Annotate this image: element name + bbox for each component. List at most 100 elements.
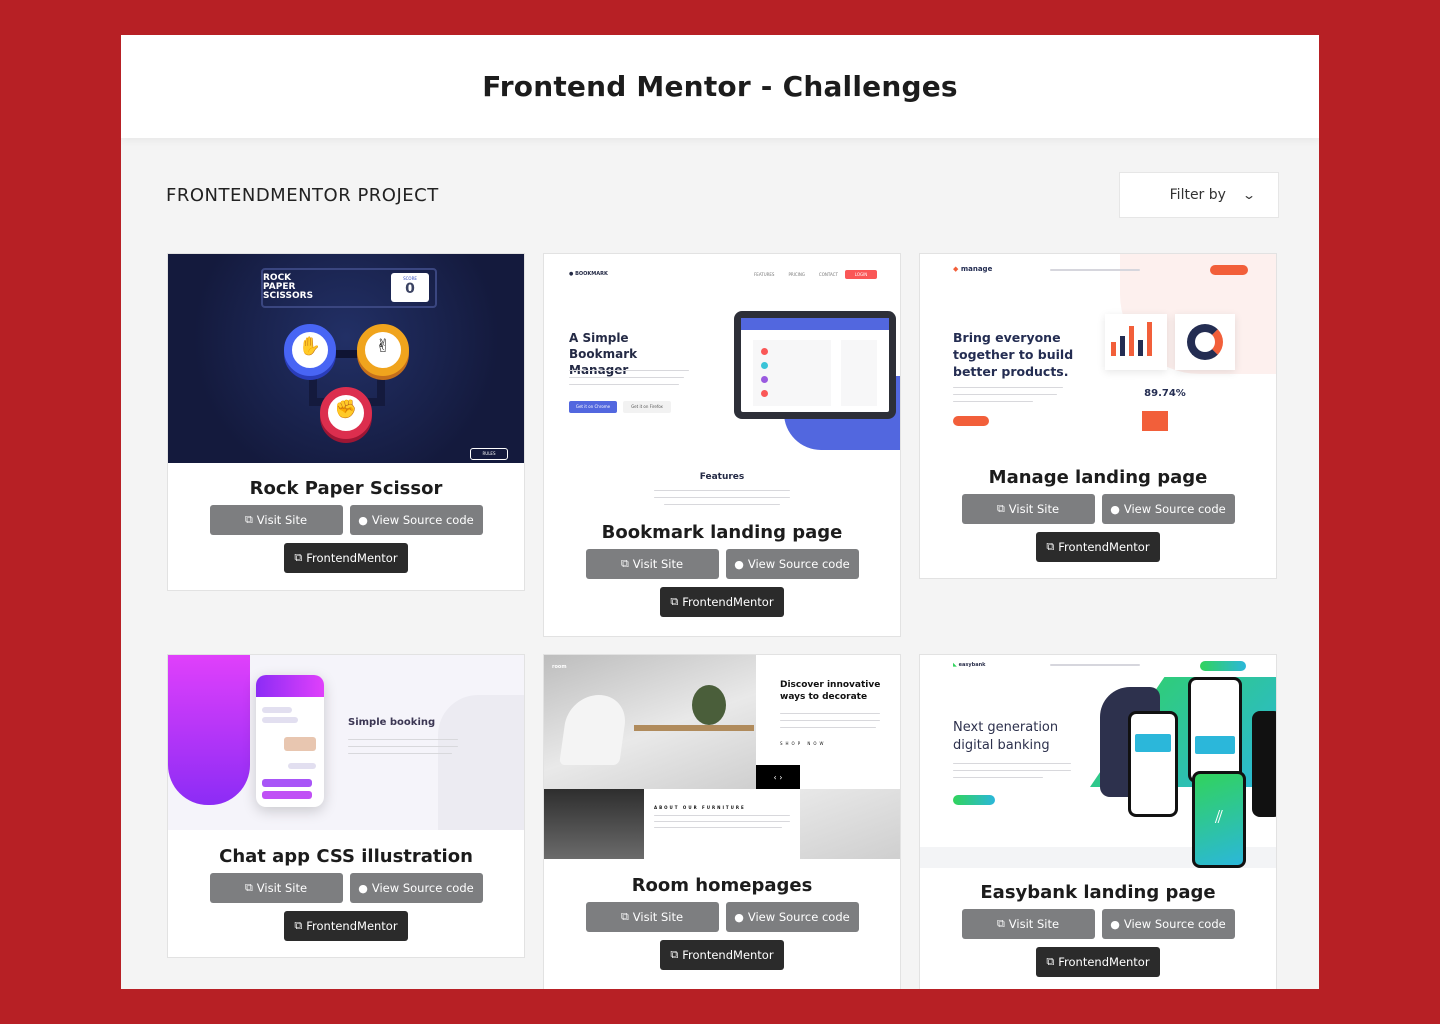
view-source-button[interactable]: ● View Source code bbox=[1101, 909, 1235, 939]
thumb-stat: 89.74% bbox=[1135, 379, 1195, 409]
visit-site-button[interactable]: ⧉ Visit Site bbox=[209, 505, 343, 535]
card-title: Room homepages bbox=[631, 875, 813, 896]
page-container: Frontend Mentor - Challenges FRONTENDMEN… bbox=[121, 35, 1319, 989]
thumb-brand: manage bbox=[960, 265, 993, 273]
thumb-heading: Bring everyone together to build better … bbox=[953, 330, 1074, 379]
frontendmentor-button[interactable]: ⧉ FrontendMentor bbox=[660, 587, 784, 617]
button-label: View Source code bbox=[1123, 917, 1226, 931]
thumb-brand: easybank bbox=[958, 662, 986, 668]
view-source-button[interactable]: ● View Source code bbox=[725, 549, 859, 579]
button-label: FrontendMentor bbox=[306, 551, 398, 565]
button-label: FrontendMentor bbox=[306, 919, 398, 933]
thumb-logo-line: SCISSORS bbox=[263, 291, 314, 301]
project-card-manage: ◆ manage Bring everyone together to buil… bbox=[919, 253, 1277, 579]
external-link-icon: ⧉ bbox=[620, 910, 629, 923]
thumb-nav-item: PRICING bbox=[788, 272, 805, 277]
thumb-score: 0 bbox=[405, 281, 415, 297]
card-title: Manage landing page bbox=[988, 467, 1208, 488]
button-label: View Source code bbox=[747, 910, 850, 924]
github-icon: ● bbox=[734, 910, 744, 924]
button-label: View Source code bbox=[371, 881, 474, 895]
frontendmentor-button[interactable]: ⧉ FrontendMentor bbox=[1036, 947, 1160, 977]
project-thumbnail: ◣ easybank Next generation digital banki… bbox=[920, 655, 1276, 868]
frontendmentor-button[interactable]: ⧉ FrontendMentor bbox=[284, 911, 408, 941]
project-card-rock-paper-scissor: ROCK PAPER SCISSORS SCORE 0 ✋ ✌ ✊ RULES … bbox=[167, 253, 525, 591]
filter-dropdown[interactable]: Filter by ⌄ bbox=[1119, 172, 1279, 218]
external-link-icon: ⧉ bbox=[670, 595, 679, 608]
github-icon: ● bbox=[1110, 917, 1120, 931]
card-title: Rock Paper Scissor bbox=[249, 478, 443, 499]
visit-site-button[interactable]: ⧉ Visit Site bbox=[961, 494, 1095, 524]
section-title: FRONTENDMENTOR PROJECT bbox=[166, 184, 439, 206]
thumb-heading: Next generation digital banking bbox=[953, 720, 1059, 753]
external-link-icon: ⧉ bbox=[1046, 540, 1055, 553]
view-source-button[interactable]: ● View Source code bbox=[349, 873, 483, 903]
external-link-icon: ⧉ bbox=[996, 502, 1005, 515]
visit-site-button[interactable]: ⧉ Visit Site bbox=[961, 909, 1095, 939]
thumb-chrome-button: Get it on Chrome bbox=[569, 401, 617, 413]
thumb-heading: Simple booking bbox=[348, 717, 436, 728]
github-icon: ● bbox=[358, 881, 368, 895]
external-link-icon: ⧉ bbox=[244, 881, 253, 894]
chevron-down-icon: ⌄ bbox=[1241, 188, 1257, 202]
view-source-button[interactable]: ● View Source code bbox=[349, 505, 483, 535]
toolbar: FRONTENDMENTOR PROJECT Filter by ⌄ bbox=[166, 172, 1279, 218]
thumb-features-title: Features bbox=[699, 472, 745, 482]
page-header: Frontend Mentor - Challenges bbox=[121, 35, 1319, 138]
github-icon: ● bbox=[734, 557, 744, 571]
card-button-row: ⧉ Visit Site ● View Source code bbox=[585, 549, 859, 579]
button-label: Visit Site bbox=[256, 881, 308, 895]
project-card-bookmark: ● BOOKMARK FEATURES PRICING CONTACT LOGI… bbox=[543, 253, 901, 637]
button-label: Visit Site bbox=[632, 910, 684, 924]
card-button-row: ⧉ Visit Site ● View Source code bbox=[209, 505, 483, 535]
visit-site-button[interactable]: ⧉ Visit Site bbox=[585, 902, 719, 932]
thumb-firefox-button: Get it on Firefox bbox=[623, 401, 671, 413]
filter-label: Filter by bbox=[1169, 187, 1226, 203]
view-source-button[interactable]: ● View Source code bbox=[725, 902, 859, 932]
page-title: Frontend Mentor - Challenges bbox=[482, 70, 958, 103]
button-label: FrontendMentor bbox=[682, 948, 774, 962]
thumb-rules-button: RULES bbox=[470, 448, 508, 460]
project-thumbnail: Simple booking bbox=[168, 655, 524, 830]
thumb-shop-link: SHOP NOW bbox=[780, 741, 827, 746]
external-link-icon: ⧉ bbox=[294, 551, 303, 564]
thumb-brand: BOOKMARK bbox=[575, 271, 608, 277]
card-button-row: ⧉ Visit Site ● View Source code bbox=[961, 494, 1235, 524]
external-link-icon: ⧉ bbox=[294, 919, 303, 932]
button-label: FrontendMentor bbox=[1058, 955, 1150, 969]
external-link-icon: ⧉ bbox=[996, 917, 1005, 930]
frontendmentor-button[interactable]: ⧉ FrontendMentor bbox=[284, 543, 408, 573]
button-label: FrontendMentor bbox=[682, 595, 774, 609]
thumb-nav-item: CONTACT bbox=[818, 272, 838, 277]
card-button-row: ⧉ Visit Site ● View Source code bbox=[209, 873, 483, 903]
github-icon: ● bbox=[1110, 502, 1120, 516]
thumb-login: LOGIN bbox=[845, 270, 877, 279]
button-label: View Source code bbox=[1123, 502, 1226, 516]
project-card-chat-app: Simple booking Chat app CSS illustration… bbox=[167, 654, 525, 958]
frontendmentor-button[interactable]: ⧉ FrontendMentor bbox=[660, 940, 784, 970]
visit-site-button[interactable]: ⧉ Visit Site bbox=[209, 873, 343, 903]
card-title: Chat app CSS illustration bbox=[219, 846, 473, 867]
external-link-icon: ⧉ bbox=[1046, 955, 1055, 968]
project-card-room: room ‹ › Discover innovative ways to dec… bbox=[543, 654, 901, 989]
button-label: Visit Site bbox=[1008, 502, 1060, 516]
thumb-about-title: ABOUT OUR FURNITURE bbox=[654, 805, 746, 810]
project-card-easybank: ◣ easybank Next generation digital banki… bbox=[919, 654, 1277, 989]
project-thumbnail: ◆ manage Bring everyone together to buil… bbox=[920, 254, 1276, 452]
visit-site-button[interactable]: ⧉ Visit Site bbox=[585, 549, 719, 579]
view-source-button[interactable]: ● View Source code bbox=[1101, 494, 1235, 524]
frontendmentor-button[interactable]: ⧉ FrontendMentor bbox=[1036, 532, 1160, 562]
button-label: Visit Site bbox=[1008, 917, 1060, 931]
external-link-icon: ⧉ bbox=[244, 513, 253, 526]
card-button-row: ⧉ Visit Site ● View Source code bbox=[585, 902, 859, 932]
thumb-brand: room bbox=[552, 664, 567, 670]
external-link-icon: ⧉ bbox=[620, 557, 629, 570]
button-label: Visit Site bbox=[256, 513, 308, 527]
button-label: View Source code bbox=[371, 513, 474, 527]
project-thumbnail: ● BOOKMARK FEATURES PRICING CONTACT LOGI… bbox=[544, 254, 900, 510]
card-button-row: ⧉ Visit Site ● View Source code bbox=[961, 909, 1235, 939]
button-label: FrontendMentor bbox=[1058, 540, 1150, 554]
button-label: Visit Site bbox=[632, 557, 684, 571]
thumb-heading: Discover innovative ways to decorate bbox=[780, 680, 881, 702]
project-thumbnail: ROCK PAPER SCISSORS SCORE 0 ✋ ✌ ✊ RULES bbox=[168, 254, 524, 463]
